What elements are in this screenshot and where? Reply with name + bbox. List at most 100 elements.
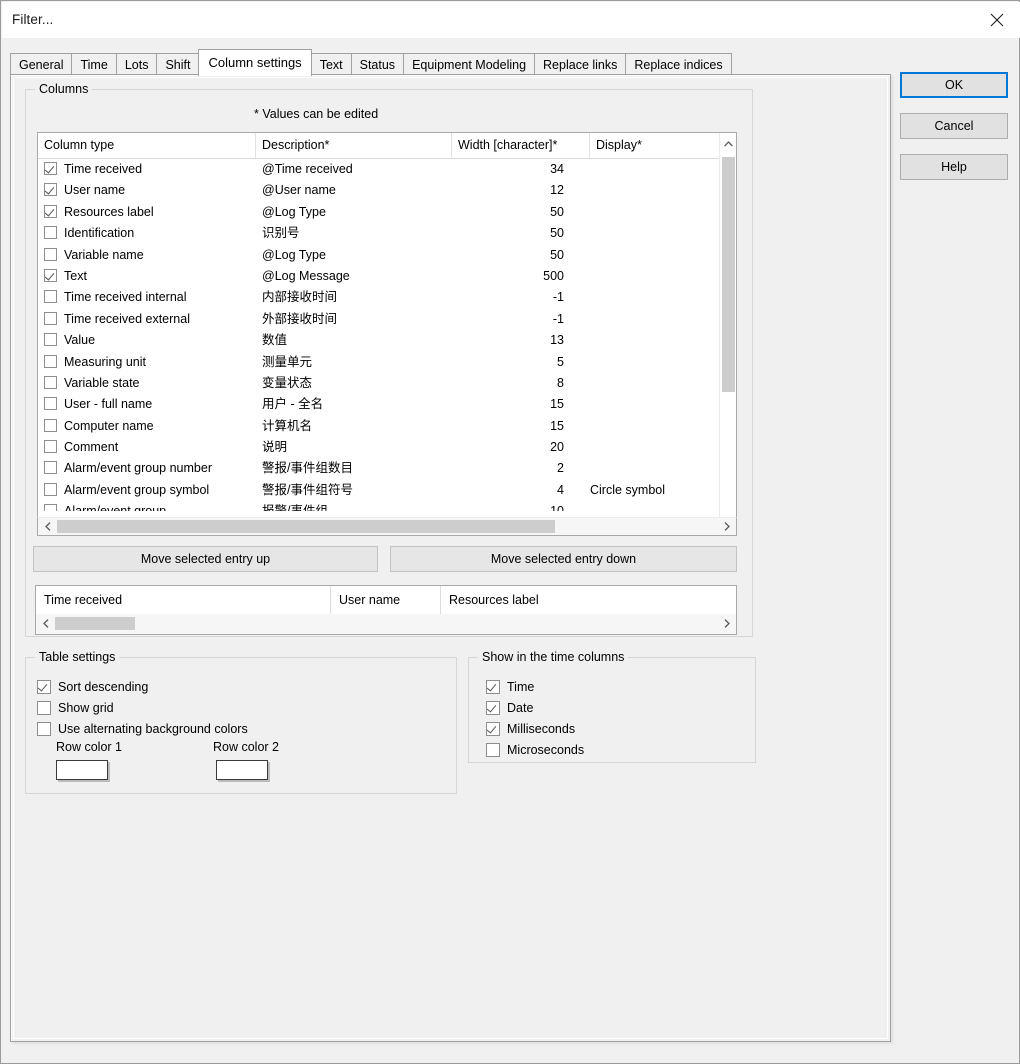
cancel-button-label: Cancel <box>934 119 974 133</box>
column-list-row[interactable]: Alarm/event group symbol 警报/事件组符号 4 Circle … <box>38 480 720 501</box>
time-columns-title: Show in the time columns <box>478 650 629 664</box>
row-color-1-swatch[interactable] <box>56 760 108 780</box>
column-list-row[interactable]: User - full name 用户 - 全名 15 <box>38 394 720 415</box>
column-list-row[interactable]: Text @Log Message 500 <box>38 266 720 287</box>
vertical-scroll-thumb[interactable] <box>722 157 735 392</box>
move-up-label: Move selected entry up <box>140 552 271 566</box>
checkbox-use-alternating-background-colors[interactable]: Use alternating background colors <box>37 719 248 739</box>
column-list-vertical-scrollbar[interactable] <box>719 133 736 535</box>
cell-width: 15 <box>550 418 564 433</box>
cell-description: 说明 <box>262 440 288 455</box>
row-checkbox[interactable] <box>44 226 57 240</box>
close-button[interactable] <box>974 2 1020 38</box>
chevron-right-icon[interactable] <box>718 518 735 535</box>
row-checkbox[interactable] <box>44 461 57 475</box>
checkbox-sort-descending[interactable]: Sort descending <box>37 677 148 697</box>
row-checkbox[interactable] <box>44 268 57 282</box>
cell-width: 2 <box>557 461 564 476</box>
column-list-row[interactable]: Time received external 外部接收时间 -1 <box>38 309 720 330</box>
column-list-row[interactable]: Variable name @Log Type 50 <box>38 245 720 266</box>
checkbox-time[interactable]: Time <box>486 677 534 697</box>
cell-description: @User name <box>262 183 336 198</box>
cell-width: 15 <box>550 397 564 412</box>
column-list-horizontal-scrollbar[interactable] <box>37 517 737 536</box>
checkbox-box <box>37 722 51 736</box>
preview-header-resources-label[interactable]: Resources label <box>441 586 736 614</box>
row-checkbox[interactable] <box>44 311 57 325</box>
tab-status[interactable]: Status <box>350 53 405 76</box>
tab-lots[interactable]: Lots <box>115 53 158 76</box>
cancel-button[interactable]: Cancel <box>900 113 1008 139</box>
column-list-row[interactable]: Computer name 计算机名 15 <box>38 416 720 437</box>
row-checkbox[interactable] <box>44 290 57 304</box>
checkbox-show-grid[interactable]: Show grid <box>37 698 114 718</box>
move-selected-entry-down-button[interactable]: Move selected entry down <box>390 546 737 572</box>
checkbox-microseconds[interactable]: Microseconds <box>486 740 584 760</box>
column-list-row[interactable]: Identification 识别号 50 <box>38 223 720 244</box>
help-button[interactable]: Help <box>900 154 1008 180</box>
checkbox-milliseconds[interactable]: Milliseconds <box>486 719 575 739</box>
chevron-right-icon[interactable] <box>718 615 735 632</box>
tab-time[interactable]: Time <box>71 53 117 76</box>
column-list-row[interactable]: Resources label @Log Type 50 <box>38 202 720 223</box>
checkbox-label: Show grid <box>58 701 114 715</box>
cell-type: Measuring unit <box>64 354 146 369</box>
chevron-up-icon[interactable] <box>720 135 736 152</box>
column-list-row[interactable]: Comment 说明 20 <box>38 437 720 458</box>
row-checkbox[interactable] <box>44 204 57 218</box>
row-checkbox[interactable] <box>44 354 57 368</box>
preview-header-row: Time received User name Resources label <box>36 586 736 615</box>
table-settings-title: Table settings <box>35 650 120 664</box>
header-description[interactable]: Description* <box>256 133 452 158</box>
row-checkbox[interactable] <box>44 333 57 347</box>
tab-text[interactable]: Text <box>310 53 352 76</box>
move-selected-entry-up-button[interactable]: Move selected entry up <box>33 546 378 572</box>
row-checkbox[interactable] <box>44 162 57 175</box>
column-list-rows: Time received @Time received 34 User name @U… <box>38 159 720 511</box>
column-list-row[interactable]: Value 数值 13 <box>38 330 720 351</box>
close-icon <box>990 13 1004 27</box>
chevron-left-icon[interactable] <box>39 518 56 535</box>
tab-replace-indices[interactable]: Replace indices <box>625 53 732 76</box>
row-checkbox[interactable] <box>44 397 57 411</box>
preview-header-time-received[interactable]: Time received <box>36 586 331 614</box>
row-checkbox[interactable] <box>44 183 57 197</box>
tab-general[interactable]: General <box>10 53 73 76</box>
column-preview[interactable]: Time received User name Resources label <box>35 585 737 635</box>
column-list-row[interactable]: Time received internal 内部接收时间 -1 <box>38 287 720 308</box>
ok-button[interactable]: OK <box>900 72 1008 98</box>
tab-column-settings[interactable]: Column settings <box>198 49 312 76</box>
row-checkbox[interactable] <box>44 247 57 261</box>
tab-label: Shift <box>165 58 191 72</box>
column-list-row[interactable]: Alarm/event group 报警/事件组 10 <box>38 501 720 511</box>
column-list-row[interactable]: Alarm/event group number 警报/事件组数目 2 <box>38 458 720 479</box>
preview-horizontal-scrollbar[interactable] <box>36 614 736 634</box>
header-display[interactable]: Display* <box>590 133 720 158</box>
row-checkbox[interactable] <box>44 440 57 454</box>
column-list-row[interactable]: Time received @Time received 34 <box>38 159 720 180</box>
checkbox-date[interactable]: Date <box>486 698 533 718</box>
column-list-row[interactable]: Measuring unit 测量单元 5 <box>38 352 720 373</box>
tab-replace-links[interactable]: Replace links <box>534 53 627 76</box>
cell-type: User - full name <box>64 397 153 412</box>
checkbox-label: Use alternating background colors <box>58 722 248 736</box>
column-list-header: Column type Description* Width [characte… <box>38 133 720 159</box>
column-list[interactable]: Column type Description* Width [characte… <box>37 132 737 536</box>
row-checkbox[interactable] <box>44 375 57 389</box>
row-checkbox[interactable] <box>44 482 57 496</box>
preview-header-user-name[interactable]: User name <box>331 586 441 614</box>
cell-display: Circle symbol <box>590 482 666 497</box>
header-width[interactable]: Width [character]* <box>452 133 590 158</box>
header-column-type[interactable]: Column type <box>38 133 256 158</box>
row-checkbox[interactable] <box>44 504 57 511</box>
row-checkbox[interactable] <box>44 418 57 432</box>
row-color-2-swatch[interactable] <box>216 760 268 780</box>
cell-description: 识别号 <box>262 226 300 241</box>
column-list-row[interactable]: Variable state 变量状态 8 <box>38 373 720 394</box>
chevron-left-icon[interactable] <box>37 615 54 632</box>
horizontal-scroll-thumb[interactable] <box>57 520 555 533</box>
preview-scroll-thumb[interactable] <box>55 617 135 630</box>
tab-equipment-modeling[interactable]: Equipment Modeling <box>403 53 536 76</box>
column-list-row[interactable]: User name @User name 12 <box>38 180 720 201</box>
tab-shift[interactable]: Shift <box>156 53 200 76</box>
